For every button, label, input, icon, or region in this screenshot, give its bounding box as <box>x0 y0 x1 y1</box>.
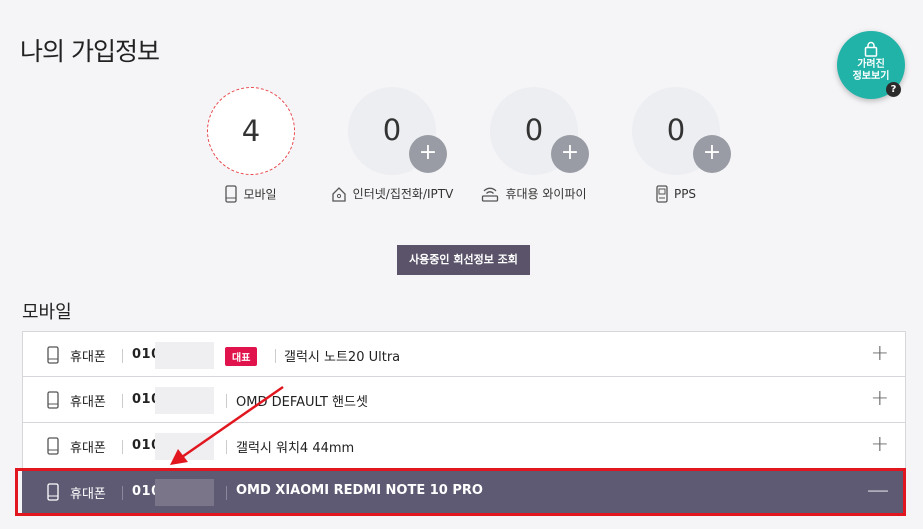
masked-number <box>155 433 214 460</box>
mobile-count: 4 <box>241 114 261 148</box>
lock-icon <box>864 41 878 57</box>
hidden-info-button[interactable]: 가려진 정보보기 ? <box>837 31 905 99</box>
hidden-info-label: 가려진 정보보기 <box>852 59 890 82</box>
wifi-label: 휴대용 와이파이 <box>454 185 614 202</box>
line-kind: 휴대폰 <box>70 441 106 456</box>
line-kind: 휴대폰 <box>70 395 106 410</box>
divider <box>122 440 123 454</box>
mobile-count-circle[interactable]: 4 <box>207 87 295 175</box>
line-row[interactable]: 휴대폰 010- 갤럭시 워치4 44mm + <box>22 423 906 469</box>
expand-icon[interactable]: + <box>871 386 889 411</box>
phone-icon <box>47 437 59 455</box>
divider <box>275 349 276 363</box>
divider <box>122 349 123 363</box>
phone-icon <box>47 391 59 409</box>
expand-icon[interactable]: + <box>871 432 889 457</box>
mobile-label: 모바일 <box>171 185 331 203</box>
device-model: 갤럭시 워치4 44mm <box>236 441 355 456</box>
lookup-lines-button[interactable]: 사용중인 회선정보 조회 <box>397 245 530 275</box>
divider <box>226 394 227 408</box>
device-model: 갤럭시 노트20 Ultra <box>284 350 401 365</box>
annotation-highlight-box <box>15 468 906 516</box>
line-row[interactable]: 휴대폰 010- 대표 갤럭시 노트20 Ultra + <box>22 331 906 377</box>
home-icon <box>332 186 346 202</box>
phone-icon <box>47 346 59 364</box>
add-internet-button[interactable]: + <box>409 135 447 173</box>
line-row[interactable]: 휴대폰 010- OMD DEFAULT 핸드셋 + <box>22 377 906 423</box>
mobile-section-title: 모바일 <box>22 302 72 323</box>
masked-number <box>155 342 214 369</box>
line-kind: 휴대폰 <box>70 350 106 365</box>
pps-phone-icon <box>656 185 668 203</box>
primary-badge: 대표 <box>225 347 258 366</box>
help-icon[interactable]: ? <box>886 82 901 97</box>
device-model: OMD DEFAULT 핸드셋 <box>236 395 368 410</box>
expand-icon[interactable]: + <box>871 341 889 366</box>
divider <box>226 440 227 454</box>
add-pps-button[interactable]: + <box>693 135 731 173</box>
mobile-icon <box>225 185 238 203</box>
internet-label: 인터넷/집전화/IPTV <box>312 185 472 202</box>
wifi-router-icon <box>482 187 499 202</box>
divider <box>122 394 123 408</box>
masked-number <box>155 387 214 414</box>
pps-label: PPS <box>596 185 756 203</box>
page-title: 나의 가입정보 <box>20 37 160 66</box>
add-wifi-button[interactable]: + <box>551 135 589 173</box>
